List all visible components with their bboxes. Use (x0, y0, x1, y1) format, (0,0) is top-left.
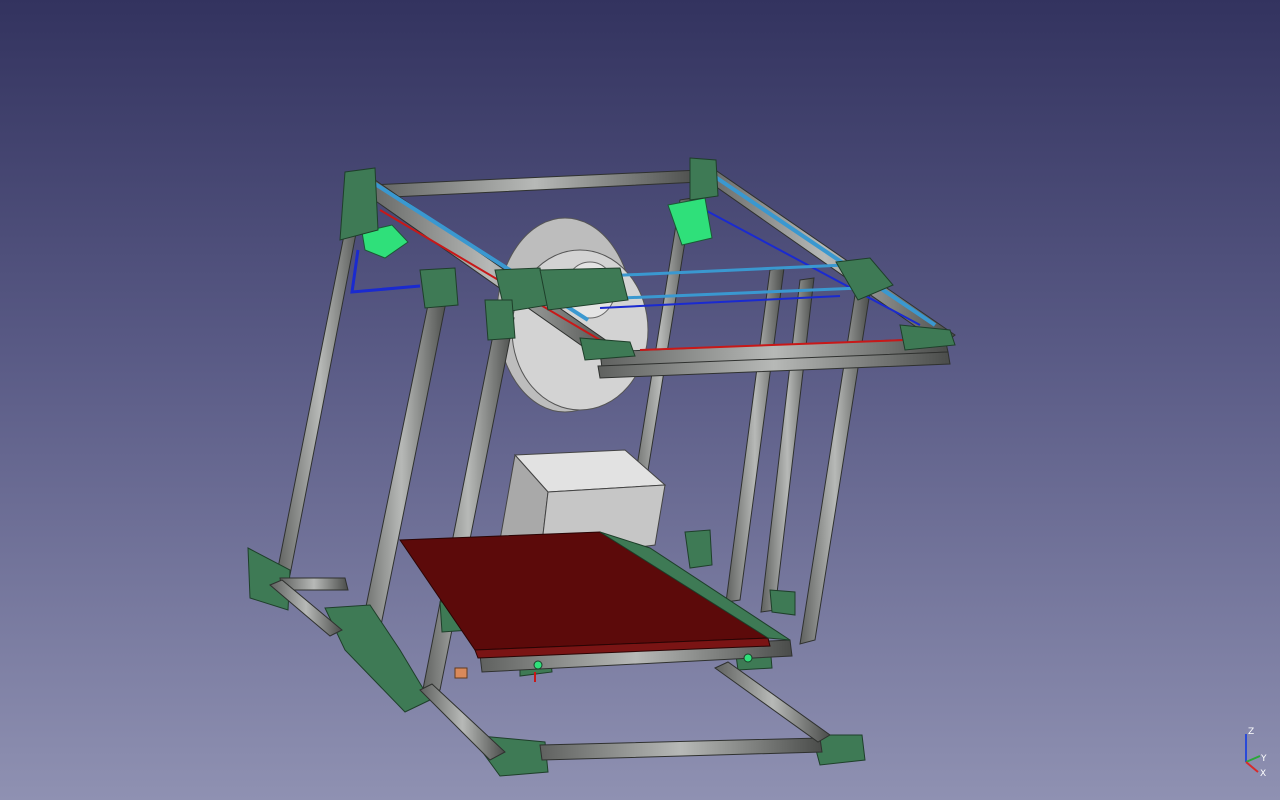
x-axis-label: X (1260, 769, 1266, 778)
x-axis-line (1245, 761, 1259, 773)
axis-cross: Z Y X (1245, 727, 1267, 778)
y-axis-line (1245, 755, 1261, 763)
printer-3d-model[interactable] (0, 0, 1280, 800)
filament-spool[interactable] (496, 217, 649, 413)
3d-viewport[interactable]: Z Y X (0, 0, 1280, 800)
y-axis-label: Y (1260, 754, 1267, 764)
z-axis-label: Z (1248, 727, 1254, 737)
